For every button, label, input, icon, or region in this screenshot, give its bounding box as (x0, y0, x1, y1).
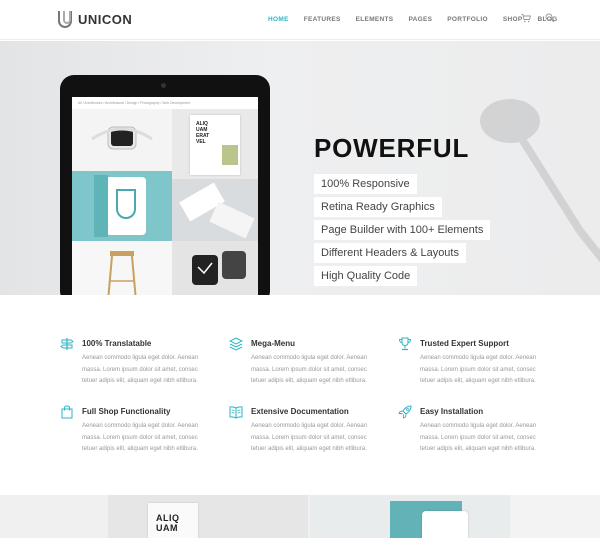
site-header: UNICON HOME FEATURES ELEMENTS PAGES PORT… (0, 0, 600, 40)
feature-description: Aenean commodo ligula eget dolor. Aenean… (82, 355, 199, 384)
tablet-device (422, 511, 468, 538)
hero-feature-item: Page Builder with 100+ Elements (314, 220, 491, 240)
search-icon[interactable] (545, 13, 555, 23)
hero-title: POWERFUL (314, 133, 470, 163)
signpost-icon (60, 338, 74, 350)
hero-feature-item: Different Headers & Layouts (314, 243, 466, 263)
preview-paper-image[interactable] (510, 495, 600, 538)
magazine-heading: ALIQ UAM (156, 513, 180, 533)
feature-description: Aenean commodo ligula eget dolor. Aenean… (251, 355, 368, 384)
nav-icons (521, 13, 555, 23)
rocket-icon (398, 405, 412, 419)
feature-title: Trusted Expert Support (420, 339, 509, 348)
site-logo[interactable]: UNICON (58, 11, 132, 28)
tablet-mockup: All / Architecture / Architectural / Des… (60, 75, 270, 295)
book-icon (229, 406, 243, 419)
portfolio-tile-stool (72, 241, 172, 295)
feature-description: Aenean commodo ligula eget dolor. Aenean… (82, 423, 199, 452)
logo-icon (58, 11, 72, 28)
nav-pages[interactable]: PAGES (408, 16, 432, 23)
hero-section: All / Architecture / Architectural / Des… (0, 41, 600, 295)
cart-icon[interactable] (521, 13, 531, 23)
trophy-icon (399, 337, 411, 351)
brand-name: UNICON (78, 12, 133, 27)
feature-description: Aenean commodo ligula eget dolor. Aenean… (251, 423, 368, 452)
tablet-camera (161, 83, 166, 88)
portfolio-tile-watch (72, 109, 172, 171)
magazine-page: ALIQ UAM (148, 503, 198, 538)
tablet-screen: All / Architecture / Architectural / Des… (72, 97, 258, 295)
feature-description: Aenean commodo ligula eget dolor. Aenean… (420, 355, 537, 384)
features-section: 100% Translatable Aenean commodo ligula … (0, 295, 600, 495)
portfolio-tile-smartwatch (172, 241, 258, 295)
nav-shop[interactable]: SHOP (503, 16, 523, 23)
hero-feature-item: High Quality Code (314, 266, 418, 286)
feature-description: Aenean commodo ligula eget dolor. Aenean… (420, 423, 537, 452)
hero-feature-list: 100% Responsive Retina Ready Graphics Pa… (314, 174, 491, 289)
magazine-text: ALIQ UAM ERAT VEL (196, 121, 210, 145)
shopping-bag-icon (61, 405, 73, 419)
portfolio-tile-cards (172, 179, 258, 241)
nav-home[interactable]: HOME (268, 16, 289, 23)
portfolio-tile-teal-case (72, 171, 172, 241)
nav-features[interactable]: FEATURES (304, 16, 341, 23)
feature-title: Easy Installation (420, 407, 484, 416)
hero-feature-item: 100% Responsive (314, 174, 417, 194)
preview-tablet-image[interactable] (310, 495, 510, 538)
nav-elements[interactable]: ELEMENTS (356, 16, 394, 23)
feature-title: 100% Translatable (82, 339, 152, 348)
hero-feature-item: Retina Ready Graphics (314, 197, 442, 217)
feature-title: Full Shop Functionality (82, 407, 171, 416)
nav-portfolio[interactable]: PORTFOLIO (447, 16, 488, 23)
preview-magazine-image[interactable]: ALIQ UAM (108, 495, 308, 538)
portfolio-preview-strip: ALIQ UAM (0, 495, 600, 538)
feature-title: Extensive Documentation (251, 407, 349, 416)
feature-title: Mega-Menu (251, 339, 295, 348)
portfolio-tile-magazine: ALIQ UAM ERAT VEL (172, 109, 258, 179)
portfolio-filter: All / Architecture / Architectural / Des… (78, 101, 191, 105)
layers-icon (229, 337, 243, 351)
